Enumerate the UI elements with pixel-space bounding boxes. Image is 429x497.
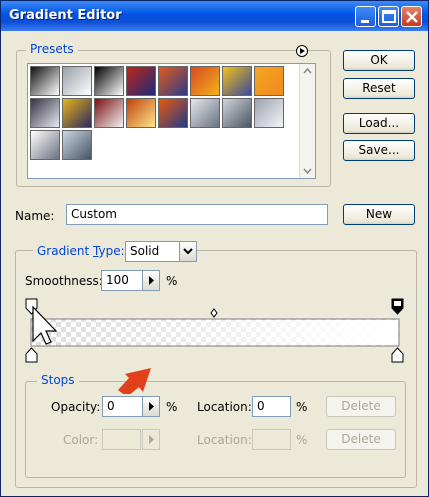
opacity-percent: % — [166, 400, 178, 414]
maximize-button[interactable] — [378, 6, 399, 27]
annotation-arrow-icon — [118, 368, 151, 394]
reset-button[interactable]: Reset — [343, 78, 415, 99]
opacity-stop-right[interactable] — [391, 298, 404, 315]
color-label: Color: — [63, 433, 99, 447]
color-location-input[interactable] — [252, 429, 291, 450]
ok-button[interactable]: OK — [343, 50, 415, 71]
preset-swatch[interactable] — [254, 98, 284, 128]
new-button[interactable]: New — [343, 204, 415, 225]
preset-swatch[interactable] — [62, 66, 92, 96]
preset-swatch[interactable] — [126, 66, 156, 96]
preset-swatch[interactable] — [190, 66, 220, 96]
presets-grid — [27, 63, 316, 179]
preset-swatch[interactable] — [158, 66, 188, 96]
preset-swatch[interactable] — [62, 130, 92, 160]
preset-swatch[interactable] — [30, 98, 60, 128]
arrow-right-icon — [149, 435, 154, 444]
gradient-editor-window: Gradient Editor Presets OK Reset Load...… — [0, 0, 429, 497]
midpoint-diamond[interactable] — [210, 308, 218, 318]
arrow-right-icon — [149, 402, 154, 411]
chevron-down-icon — [183, 248, 193, 255]
scroll-arrows-icon — [303, 67, 312, 175]
gradient-bar-area — [25, 298, 404, 363]
close-button[interactable] — [401, 6, 422, 27]
smoothness-arrow-button[interactable] — [142, 270, 160, 291]
preset-swatch[interactable] — [94, 98, 124, 128]
preset-swatch[interactable] — [62, 98, 92, 128]
presets-legend: Presets — [26, 42, 78, 56]
gradient-preview-fill — [32, 320, 398, 345]
preset-swatch[interactable] — [126, 98, 156, 128]
color-stop-left[interactable] — [25, 347, 38, 363]
opacity-location-label: Location: — [197, 400, 252, 414]
presets-scrollbar[interactable] — [299, 64, 315, 178]
minimize-icon — [361, 20, 369, 23]
preset-swatch[interactable] — [30, 130, 60, 160]
preset-swatch[interactable] — [190, 98, 220, 128]
opacity-arrow-button[interactable] — [142, 396, 160, 417]
name-input[interactable]: Custom — [66, 204, 328, 225]
delete-opacity-stop-button[interactable]: Delete — [326, 396, 396, 417]
opacity-location-percent: % — [296, 400, 308, 414]
preset-swatch[interactable] — [30, 66, 60, 96]
preset-swatch[interactable] — [94, 66, 124, 96]
name-label: Name: — [15, 209, 55, 223]
maximize-icon — [382, 10, 396, 23]
minimize-button[interactable] — [355, 6, 376, 27]
close-icon — [406, 11, 418, 23]
opacity-label: Opacity: — [51, 400, 101, 414]
color-location-percent: % — [296, 433, 308, 447]
color-location-label: Location: — [197, 433, 252, 447]
preset-swatch[interactable] — [222, 66, 252, 96]
opacity-location-input[interactable]: 0 — [252, 396, 291, 417]
color-arrow-button[interactable] — [142, 429, 160, 450]
save-button[interactable]: Save... — [343, 140, 415, 161]
smoothness-label: Smoothness: — [25, 274, 103, 288]
gradient-type-label-suffix: ype: — [98, 244, 125, 258]
preset-swatch[interactable] — [222, 98, 252, 128]
smoothness-percent: % — [166, 274, 178, 288]
preset-swatch[interactable] — [158, 98, 188, 128]
color-stop-right[interactable] — [391, 347, 404, 363]
load-button[interactable]: Load... — [343, 113, 415, 134]
gradient-type-label-prefix: Gradient — [37, 244, 94, 258]
stops-legend: Stops — [37, 373, 79, 387]
color-swatch[interactable] — [102, 429, 141, 450]
delete-color-stop-button[interactable]: Delete — [326, 429, 396, 450]
window-title: Gradient Editor — [9, 8, 122, 23]
gradient-type-legend: Gradient Type: — [33, 244, 129, 258]
preset-swatch[interactable] — [254, 66, 284, 96]
presets-menu-icon[interactable] — [296, 45, 308, 57]
title-bar[interactable]: Gradient Editor — [1, 1, 428, 31]
gradient-type-dropdown-button[interactable] — [179, 241, 197, 262]
arrow-right-icon — [149, 276, 154, 285]
